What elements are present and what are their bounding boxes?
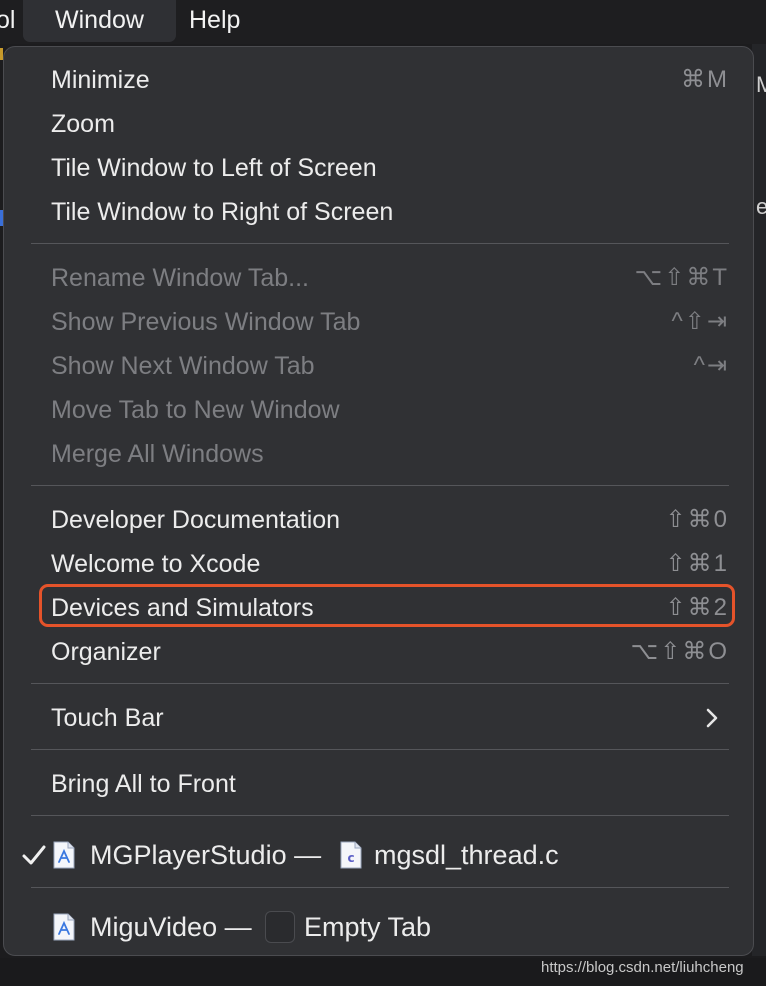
menu-item-label: Merge All Windows <box>51 440 264 468</box>
watermark-text: https://blog.csdn.net/liuhcheng <box>541 959 744 976</box>
menu-item-welcome-to-xcode[interactable]: Welcome to Xcode ⇧⌘1 <box>4 542 753 586</box>
menu-item-label: Rename Window Tab... <box>51 264 309 292</box>
background-text: e <box>756 194 766 219</box>
menu-item-organizer[interactable]: Organizer ⌥⇧⌘O <box>4 630 753 674</box>
window-project-label: MGPlayerStudio — <box>90 840 322 870</box>
menu-item-label: Tile Window to Right of Screen <box>51 198 394 226</box>
annotation-highlight-box <box>39 584 735 627</box>
chevron-right-icon <box>706 708 718 728</box>
menu-item-merge-all-windows: Merge All Windows <box>4 432 753 476</box>
menubar-item-window[interactable]: Window <box>23 0 176 42</box>
c-source-file-icon: c <box>340 841 362 869</box>
menu-item-label: Move Tab to New Window <box>51 396 340 424</box>
menu-item-label: Organizer <box>51 638 161 666</box>
window-file-label: mgsdl_thread.c <box>374 840 559 870</box>
menu-item-touch-bar[interactable]: Touch Bar <box>4 696 753 740</box>
menu-item-shortcut: ⌥⇧⌘O <box>630 638 729 665</box>
menu-item-shortcut: ⌥⇧⌘T <box>634 264 729 291</box>
menu-separator <box>31 749 729 750</box>
menu-item-label: Welcome to Xcode <box>51 550 261 578</box>
menu-item-shortcut: ^⇧⇥ <box>671 308 729 335</box>
menu-separator <box>31 887 729 888</box>
xcode-project-icon <box>53 841 75 869</box>
menu-item-shortcut: ⇧⌘0 <box>665 506 729 533</box>
background-text: M <box>756 72 766 97</box>
menu-item-tile-left[interactable]: Tile Window to Left of Screen <box>4 146 753 190</box>
window-file-label: Empty Tab <box>304 912 432 942</box>
menu-item-zoom[interactable]: Zoom <box>4 102 753 146</box>
menu-item-minimize[interactable]: Minimize ⌘M <box>4 58 753 102</box>
menu-separator <box>31 683 729 684</box>
checkmark-icon <box>22 845 46 865</box>
menubar-item-help[interactable]: Help <box>189 0 240 42</box>
menubar-item-partial[interactable]: ol <box>0 0 15 42</box>
menu-item-shortcut: ⇧⌘1 <box>665 550 729 577</box>
menu-item-label: Minimize <box>51 66 150 94</box>
menu-item-bring-all-to-front[interactable]: Bring All to Front <box>4 762 753 806</box>
svg-text:c: c <box>347 851 354 865</box>
menu-item-rename-window-tab: Rename Window Tab... ⌥⇧⌘T <box>4 256 753 300</box>
menu-item-window-mgplayerstudio[interactable]: MGPlayerStudio — c mgsdl_thread.c <box>4 833 753 877</box>
xcode-project-icon <box>53 913 75 941</box>
menu-item-tile-right[interactable]: Tile Window to Right of Screen <box>4 190 753 234</box>
menu-item-show-next-tab: Show Next Window Tab ^⇥ <box>4 344 753 388</box>
menu-item-label: Developer Documentation <box>51 506 341 534</box>
menu-item-window-miguvideo[interactable]: MiguVideo — Empty Tab <box>4 905 753 949</box>
menu-item-shortcut: ^⇥ <box>693 352 729 379</box>
menu-separator <box>31 815 729 816</box>
menu-item-label: Show Previous Window Tab <box>51 308 361 336</box>
menu-item-show-previous-tab: Show Previous Window Tab ^⇧⇥ <box>4 300 753 344</box>
menu-item-label: Zoom <box>51 110 115 138</box>
menu-item-developer-documentation[interactable]: Developer Documentation ⇧⌘0 <box>4 498 753 542</box>
menu-item-move-tab-to-new-window: Move Tab to New Window <box>4 388 753 432</box>
window-project-label: MiguVideo — <box>90 912 252 942</box>
menu-item-shortcut: ⌘M <box>681 66 729 93</box>
background-app-window: M e <box>752 44 766 956</box>
menu-item-label: Show Next Window Tab <box>51 352 315 380</box>
menu-item-label: Bring All to Front <box>51 770 236 798</box>
window-menu-dropdown: Minimize ⌘M Zoom Tile Window to Left of … <box>3 46 754 956</box>
empty-tab-icon <box>265 911 295 943</box>
menu-separator <box>31 243 729 244</box>
menu-item-label: Touch Bar <box>51 704 164 732</box>
menu-separator <box>31 485 729 486</box>
menu-item-label: Tile Window to Left of Screen <box>51 154 377 182</box>
menu-bar: ol Window Help <box>0 0 766 44</box>
